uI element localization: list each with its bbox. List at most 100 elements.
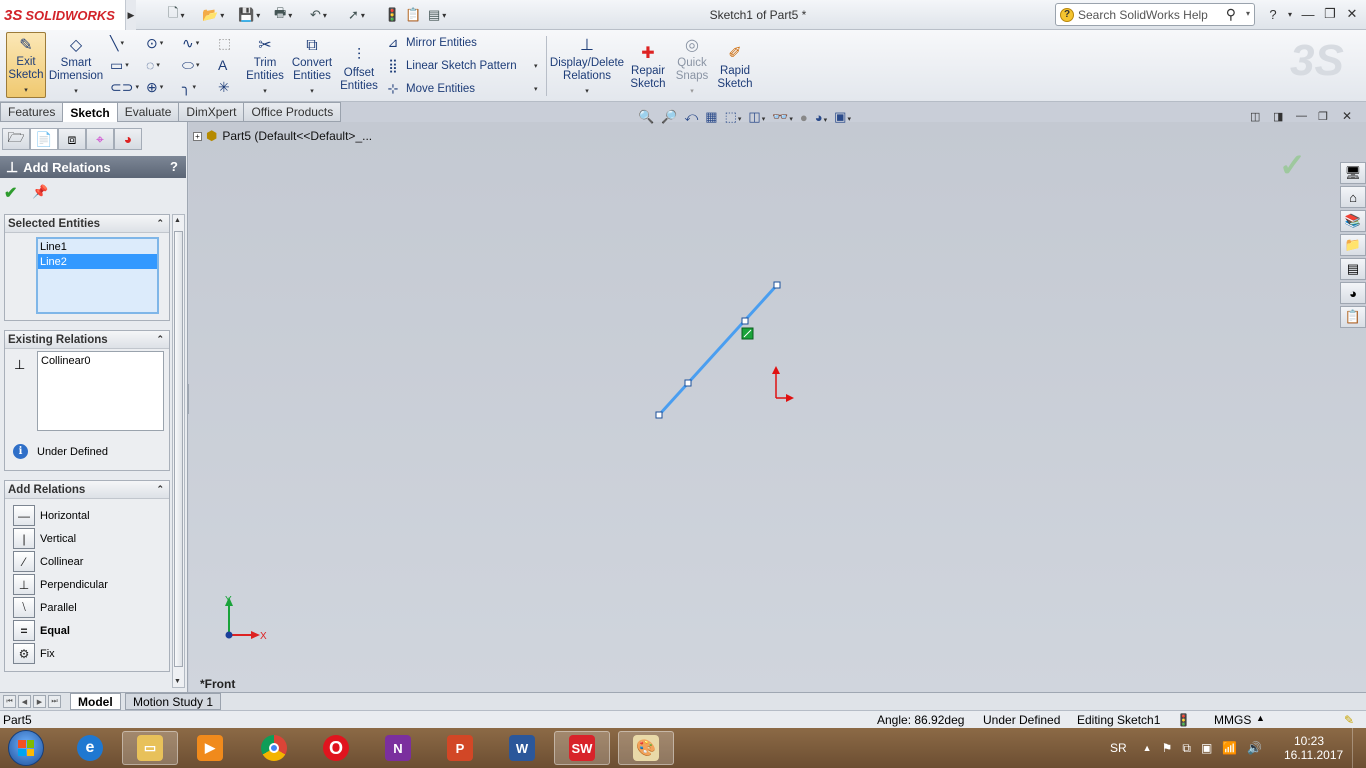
taskbar-file-explorer[interactable]: ▭ bbox=[122, 731, 178, 765]
display-manager-tab-icon[interactable]: ◕ bbox=[114, 128, 142, 150]
existing-relations-list[interactable]: Collinear0 bbox=[37, 351, 164, 431]
solidworks-logo[interactable]: 3S SOLIDWORKS bbox=[0, 0, 126, 30]
first-tab-arrow-icon[interactable]: ⏮ bbox=[3, 695, 16, 708]
scrollbar-thumb[interactable] bbox=[174, 231, 183, 667]
confirmation-corner-check-icon[interactable]: ✓ bbox=[1279, 146, 1306, 184]
zoom-to-area-icon[interactable]: 🔎 bbox=[661, 109, 677, 125]
flag-notification-icon[interactable]: ⚑ bbox=[1162, 741, 1173, 755]
minimize-window-icon[interactable]: — bbox=[1298, 4, 1318, 24]
volume-icon[interactable]: 🔊 bbox=[1247, 741, 1262, 755]
linear-sketch-pattern-button[interactable]: ⣿ Linear Sketch Pattern ▾ bbox=[384, 56, 537, 76]
add-relations-header[interactable]: Add Relations ⌃ bbox=[5, 481, 169, 499]
pushpin-icon[interactable]: 📌 bbox=[32, 184, 48, 200]
smart-dimension-button[interactable]: ◇ Smart Dimension ▾ bbox=[49, 32, 103, 98]
collapse-icon[interactable]: ⌃ bbox=[156, 334, 164, 345]
edit-appearance-icon[interactable]: ● bbox=[800, 110, 808, 125]
list-item[interactable]: Line2 bbox=[38, 254, 157, 269]
rectangle-tool-icon[interactable]: ▭ ▾ bbox=[110, 56, 134, 74]
taskbar-solidworks[interactable]: SW bbox=[554, 731, 610, 765]
display-delete-relations-button[interactable]: ⊥ Display/Delete Relations ▾ bbox=[550, 32, 624, 98]
view-settings-icon[interactable]: ▣▾ bbox=[834, 109, 851, 125]
tab-features[interactable]: Features bbox=[0, 102, 64, 122]
taskbar-onenote[interactable]: N bbox=[370, 731, 426, 765]
quick-tips-icon[interactable]: ✎ bbox=[1344, 713, 1354, 727]
search-help-input[interactable]: ? Search SolidWorks Help ⚲ ▾ bbox=[1055, 3, 1255, 26]
restore-window-icon[interactable]: ❐ bbox=[1320, 4, 1340, 24]
file-properties-icon[interactable]: 📋 bbox=[405, 5, 421, 25]
line-endpoint[interactable] bbox=[655, 411, 663, 419]
last-tab-arrow-icon[interactable]: ⏭ bbox=[48, 695, 61, 708]
search-dropdown-icon[interactable]: ▾ bbox=[1246, 9, 1250, 18]
relation-equal-button[interactable]: = Equal bbox=[13, 620, 70, 641]
language-indicator[interactable]: SR bbox=[1110, 741, 1127, 755]
convert-entities-button[interactable]: ⧉ Convert Entities ▾ bbox=[290, 32, 334, 98]
viewport-link-icon[interactable]: ◨ bbox=[1273, 110, 1283, 123]
text-tool-icon[interactable]: A bbox=[218, 56, 242, 74]
property-manager-scrollbar[interactable]: ▲ ▼ bbox=[172, 214, 185, 688]
rapid-sketch-button[interactable]: ✐ Rapid Sketch bbox=[716, 40, 754, 106]
dimxpert-manager-tab-icon[interactable]: ⌖ bbox=[86, 128, 114, 150]
relation-fix-button[interactable]: ⚙ Fix bbox=[13, 643, 55, 664]
relation-vertical-button[interactable]: | Vertical bbox=[13, 528, 76, 549]
display-style-icon[interactable]: ◫▾ bbox=[748, 109, 765, 125]
start-button[interactable] bbox=[8, 730, 44, 766]
show-hidden-icons-icon[interactable]: ▲ bbox=[1143, 743, 1152, 753]
signal-bars-icon[interactable]: 📶 bbox=[1222, 741, 1237, 755]
spline-tool-icon[interactable]: ∿ ▾ bbox=[182, 34, 206, 52]
system-clock[interactable]: 10:23 16.11.2017 bbox=[1284, 734, 1343, 762]
slot-tool-icon[interactable]: ⊂⊃ ▾ bbox=[110, 78, 139, 96]
unit-system[interactable]: MMGS bbox=[1214, 713, 1251, 727]
arc-tool-icon[interactable]: ◌ ▾ bbox=[146, 56, 170, 74]
taskbar-media-player[interactable]: ▶ bbox=[182, 731, 238, 765]
configuration-manager-tab-icon[interactable]: ⧈ bbox=[58, 128, 86, 150]
menu-expand-arrow-icon[interactable]: ▶ bbox=[126, 0, 136, 30]
line-endpoint[interactable] bbox=[773, 281, 781, 289]
relation-collinear-button[interactable]: ⁄ Collinear bbox=[13, 551, 83, 572]
view-orientation-icon[interactable]: ⬚▾ bbox=[725, 109, 742, 125]
close-window-icon[interactable]: ✕ bbox=[1342, 4, 1362, 24]
tab-evaluate[interactable]: Evaluate bbox=[117, 102, 180, 122]
pm-help-icon[interactable]: ? bbox=[170, 159, 178, 174]
next-tab-arrow-icon[interactable]: ▶ bbox=[33, 695, 46, 708]
doc-minimize-icon[interactable]: — bbox=[1296, 110, 1307, 122]
construction-geometry-icon[interactable]: ⬚ bbox=[218, 34, 242, 52]
undo-icon[interactable]: ↶ ▾ bbox=[310, 5, 327, 25]
quick-snaps-button[interactable]: ◎ Quick Snaps ▾ bbox=[674, 32, 710, 98]
trim-entities-button[interactable]: ✂ Trim Entities ▾ bbox=[244, 32, 286, 98]
taskbar-paint[interactable]: 🎨 bbox=[618, 731, 674, 765]
prev-tab-arrow-icon[interactable]: ◀ bbox=[18, 695, 31, 708]
doc-close-icon[interactable]: ✕ bbox=[1342, 109, 1352, 123]
network-icon-alt[interactable]: ⧉ bbox=[1182, 741, 1191, 756]
appearances-icon[interactable]: ◕ bbox=[1340, 282, 1366, 304]
open-folder-icon[interactable]: 📂 ▾ bbox=[202, 5, 224, 25]
section-view-icon[interactable]: ▦ bbox=[705, 109, 717, 125]
design-library-icon[interactable]: 📚 bbox=[1340, 210, 1366, 232]
save-icon[interactable]: 💾 ▾ bbox=[238, 5, 260, 25]
select-pointer-icon[interactable]: ➚ ▾ bbox=[348, 5, 365, 25]
home-icon[interactable]: ⌂ bbox=[1340, 186, 1366, 208]
mirror-entities-button[interactable]: ⊿ Mirror Entities bbox=[384, 33, 477, 53]
relation-perpendicular-button[interactable]: ⊥ Perpendicular bbox=[13, 574, 108, 595]
options-icon[interactable]: ▤ ▾ bbox=[428, 5, 446, 25]
taskbar-chrome[interactable] bbox=[246, 731, 302, 765]
solidworks-resources-icon[interactable]: 🖥 bbox=[1340, 162, 1366, 184]
rebuild-status-icon[interactable]: 🚦 bbox=[1176, 713, 1191, 727]
print-icon[interactable]: 🖶 ▾ bbox=[274, 5, 292, 25]
tab-dimxpert[interactable]: DimXpert bbox=[179, 102, 245, 122]
move-entities-button[interactable]: ⊹ Move Entities ▾ bbox=[384, 79, 538, 99]
device-icon[interactable]: ▣ bbox=[1201, 741, 1212, 755]
custom-properties-icon[interactable]: 📋 bbox=[1340, 306, 1366, 328]
sketch-line[interactable] bbox=[657, 283, 779, 417]
help-dropdown-icon[interactable]: ▾ bbox=[1280, 4, 1300, 24]
point-tool-icon[interactable]: ✳ bbox=[218, 78, 242, 96]
tab-model[interactable]: Model bbox=[70, 693, 121, 710]
previous-view-icon[interactable]: ⤺ bbox=[684, 109, 698, 125]
selected-entities-list[interactable]: Line1 Line2 bbox=[36, 237, 159, 314]
relation-parallel-button[interactable]: ⧵ Parallel bbox=[13, 597, 77, 618]
hide-show-items-icon[interactable]: 👓▾ bbox=[772, 109, 793, 125]
viewport-split-icon[interactable]: ◫ bbox=[1250, 110, 1260, 123]
ok-checkmark-icon[interactable]: ✔ bbox=[4, 183, 17, 203]
rebuild-traffic-light-icon[interactable]: 🚦 bbox=[384, 5, 400, 25]
taskbar-word[interactable]: W bbox=[494, 731, 550, 765]
view-palette-icon[interactable]: ▤ bbox=[1340, 258, 1366, 280]
